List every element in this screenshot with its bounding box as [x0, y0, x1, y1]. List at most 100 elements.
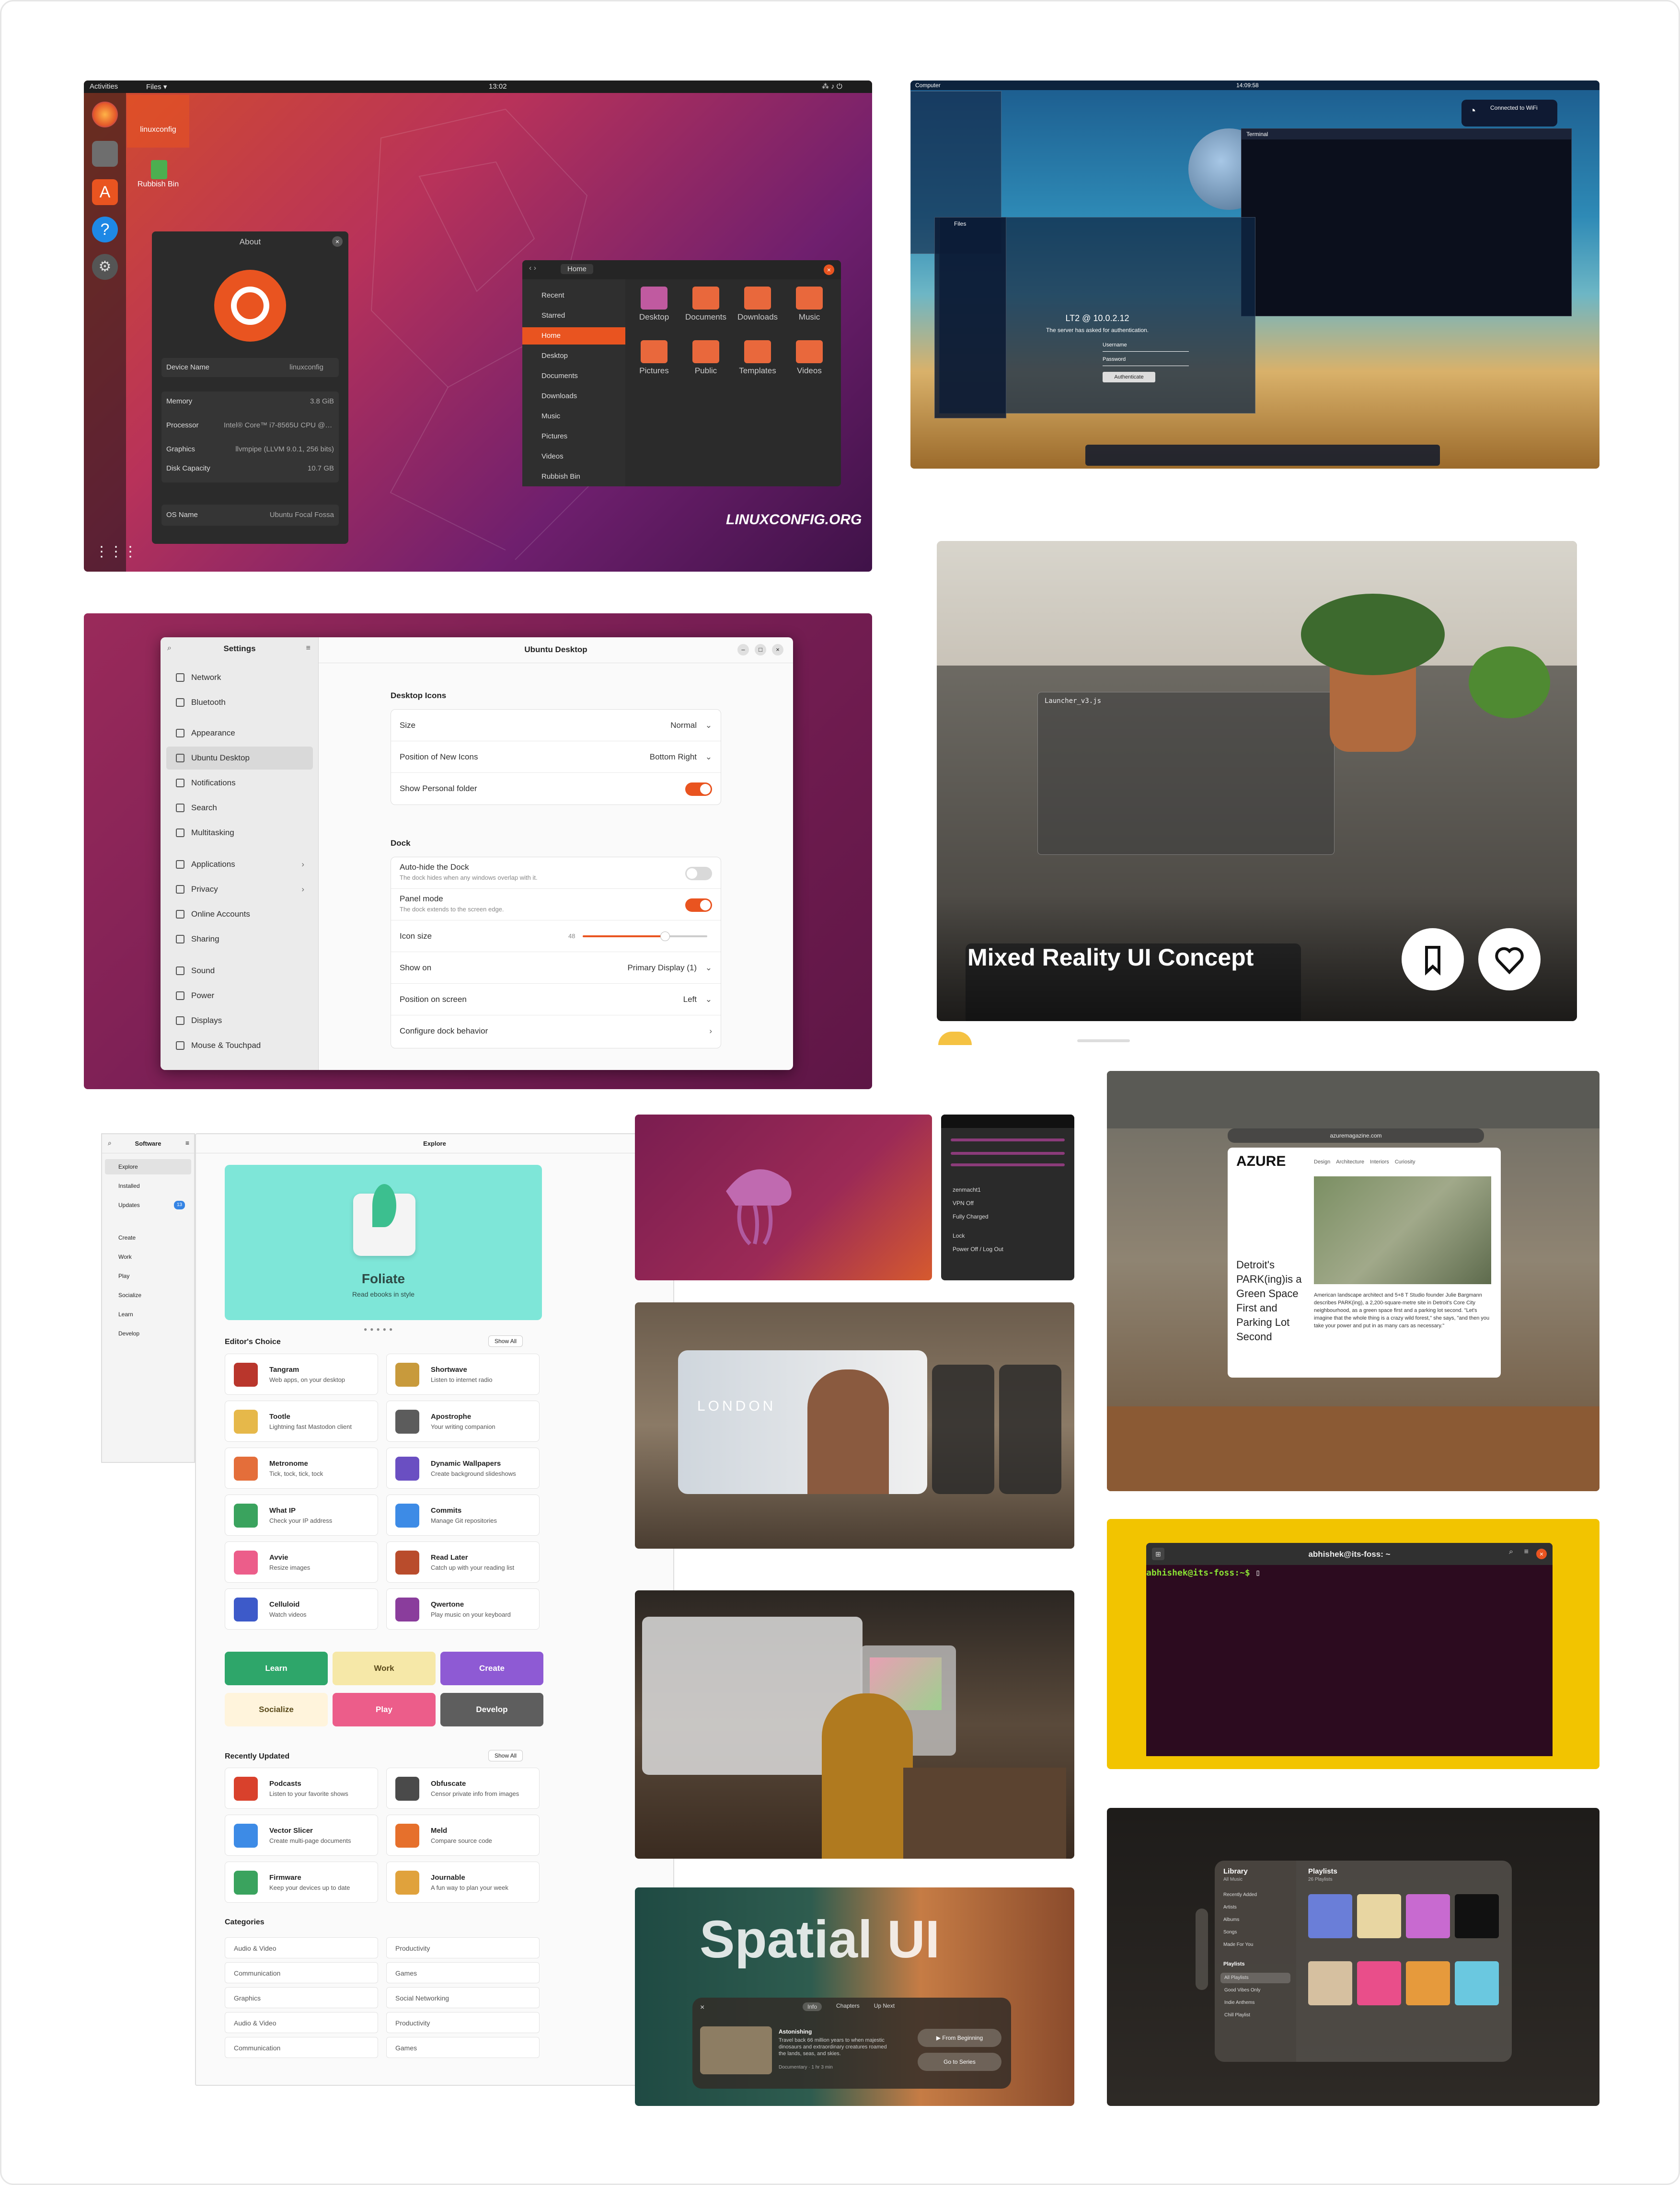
album-cover[interactable] [1455, 1961, 1499, 2005]
close-icon[interactable]: × [700, 2003, 704, 2012]
brightness-slider[interactable] [951, 1163, 1065, 1166]
personal-folder-row[interactable]: Show Personal folder [391, 773, 721, 805]
show-all-button[interactable]: Show All [488, 1750, 523, 1761]
icon-size-slider[interactable] [583, 932, 707, 941]
settings-icon[interactable]: ⚙ [92, 254, 118, 280]
floating-code-window[interactable]: Launcher_v3.js [1037, 692, 1335, 855]
firefox-icon[interactable] [92, 102, 118, 127]
back-forward-icon[interactable]: ‹ › [529, 264, 536, 273]
tab-info[interactable]: Info [803, 2002, 822, 2011]
menu-icon[interactable]: ≡ [1524, 1548, 1529, 1556]
category-button-develop[interactable]: Develop [440, 1693, 543, 1726]
sidebar-item-sharing[interactable]: Sharing [166, 928, 313, 951]
quick-menu-item[interactable]: Fully Charged [953, 1213, 989, 1220]
sidebar-item-desktop[interactable]: Desktop [522, 347, 625, 365]
media-window[interactable]: LONDON [678, 1350, 927, 1494]
category-button-play[interactable]: Play [333, 1693, 436, 1726]
category-item[interactable]: Productivity [386, 1937, 540, 1958]
app-card[interactable]: Celluloid Watch videos [225, 1588, 378, 1630]
sidebar-item-network[interactable]: Network [166, 666, 313, 689]
folder-icon[interactable] [744, 287, 771, 310]
category-item[interactable]: Social Networking [386, 1987, 540, 2008]
activities-button[interactable]: Activities [90, 82, 118, 91]
device-name-row[interactable]: Device Name linuxconfig [161, 358, 339, 377]
carousel-dots[interactable]: ●●●●● [364, 1326, 395, 1333]
folder-icon[interactable] [692, 340, 719, 363]
sidebar-item-music[interactable]: Music [522, 408, 625, 425]
messages-panel[interactable] [932, 1365, 994, 1494]
azure-page[interactable]: AZURE Design Architecture Interiors Curi… [1228, 1148, 1501, 1378]
folder-icon[interactable] [744, 340, 771, 363]
volume-slider[interactable] [951, 1138, 1065, 1141]
album-cover[interactable] [1308, 1894, 1352, 1938]
sidebar-item-appearance[interactable]: Appearance [166, 722, 313, 745]
playlist-item[interactable]: Good Vibes Only [1220, 1985, 1290, 1996]
username-field[interactable]: Username [1103, 342, 1189, 352]
app-card[interactable]: What IP Check your IP address [225, 1495, 378, 1536]
sidebar-item-sound[interactable]: Sound [166, 959, 313, 982]
album-cover[interactable] [1357, 1894, 1401, 1938]
sidebar-item-rubbish-bin[interactable]: Rubbish Bin [522, 468, 625, 485]
quick-menu-item[interactable]: Power Off / Log Out [953, 1246, 1003, 1253]
album-cover[interactable] [1357, 1961, 1401, 2005]
app-card[interactable]: Commits Manage Git repositories [386, 1495, 540, 1536]
category-button-learn[interactable]: Learn [225, 1652, 328, 1685]
category-item[interactable]: Productivity [386, 2012, 540, 2033]
library-item[interactable]: Made For You [1223, 1942, 1253, 1947]
app-card[interactable]: Journable A fun way to plan your week [386, 1862, 540, 1903]
show-on-row[interactable]: Show on Primary Display (1) ⌄ [391, 952, 721, 984]
password-field[interactable]: Password [1103, 356, 1189, 366]
clock[interactable]: 13:02 [489, 82, 507, 91]
configure-dock-row[interactable]: Configure dock behavior › [391, 1015, 721, 1047]
side-toolbar[interactable] [1196, 1909, 1208, 1990]
quick-menu-item[interactable]: Lock [953, 1232, 965, 1239]
sidebar-item-videos[interactable]: Videos [522, 448, 625, 465]
playlist-item[interactable]: Indie Anthems [1220, 1998, 1290, 2008]
close-icon[interactable]: × [1536, 1549, 1547, 1559]
close-icon[interactable]: × [332, 236, 343, 247]
nav-curiosity[interactable]: Curiosity [1395, 1159, 1415, 1165]
close-icon[interactable]: × [772, 644, 783, 656]
category-item[interactable]: Audio & Video [225, 1937, 378, 1958]
size-row[interactable]: Size Normal ⌄ [391, 710, 721, 741]
from-beginning-button[interactable]: ▶ From Beginning [918, 2029, 1001, 2047]
app-card[interactable]: Avvie Resize images [225, 1541, 378, 1583]
close-icon[interactable]: × [824, 264, 834, 275]
screen-position-row[interactable]: Position on screen Left ⌄ [391, 984, 721, 1015]
sidebar-item-explore[interactable]: Explore [105, 1159, 191, 1174]
featured-banner[interactable]: Foliate Read ebooks in style [225, 1165, 542, 1320]
folder-icon[interactable] [796, 340, 823, 363]
desktop-icon-linuxconfig[interactable]: linuxconfig [127, 95, 189, 148]
folder-icon[interactable] [641, 340, 667, 363]
sidebar-item-home[interactable]: Home [522, 327, 625, 345]
library-item[interactable]: Albums [1223, 1917, 1239, 1922]
sidebar-item-develop[interactable]: Develop [105, 1326, 191, 1341]
app-card[interactable]: Tootle Lightning fast Mastodon client [225, 1401, 378, 1442]
category-item[interactable]: Communication [225, 2037, 378, 2058]
sidebar-item-create[interactable]: Create [105, 1230, 191, 1245]
files-window[interactable]: Files [934, 217, 1006, 418]
wifi-notification[interactable]: Connected to WiFi ◔ [1461, 100, 1557, 126]
app-card[interactable]: Obfuscate Censor private info from images [386, 1768, 540, 1809]
start-label[interactable]: Computer [915, 82, 941, 89]
terminal-window[interactable]: Terminal [1241, 128, 1572, 316]
autohide-row[interactable]: Auto-hide the Dock The dock hides when a… [391, 857, 721, 889]
sidebar-item-power[interactable]: Power [166, 984, 313, 1007]
nav-interiors[interactable]: Interiors [1370, 1159, 1389, 1165]
playlist-item[interactable]: All Playlists [1220, 1973, 1290, 1983]
sidebar-item-recent[interactable]: Recent [522, 287, 625, 304]
sidebar-item-applications[interactable]: Applications › [166, 853, 313, 876]
tab-chapters[interactable]: Chapters [836, 2002, 860, 2011]
app-card[interactable]: Dynamic Wallpapers Create background slid… [386, 1448, 540, 1489]
sidebar-item-bluetooth[interactable]: Bluetooth [166, 691, 313, 714]
bookmark-button[interactable] [1402, 928, 1464, 990]
files-icon[interactable] [92, 141, 118, 167]
sidebar-item-documents[interactable]: Documents [522, 368, 625, 385]
app-card[interactable]: Metronome Tick, tock, tick, tock [225, 1448, 378, 1489]
slider-handle[interactable] [660, 932, 670, 941]
sidebar-item-learn[interactable]: Learn [105, 1307, 191, 1322]
sidebar-item-multitasking[interactable]: Multitasking [166, 821, 313, 844]
minimize-icon[interactable]: – [737, 644, 749, 656]
app-card[interactable]: Shortwave Listen to internet radio [386, 1354, 540, 1395]
sidebar-item-mouse-touchpad[interactable]: Mouse & Touchpad [166, 1034, 313, 1057]
